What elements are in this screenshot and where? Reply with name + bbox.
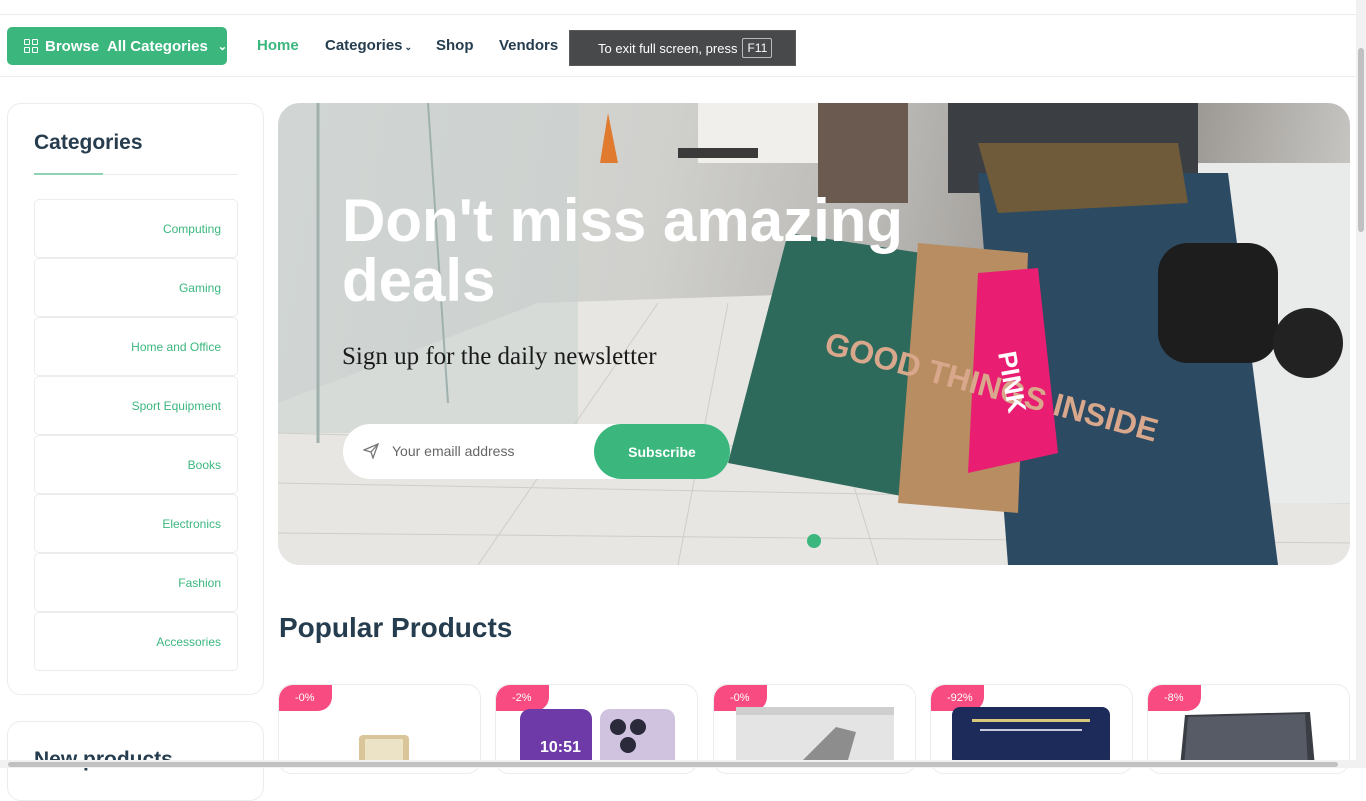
categories-title: Categories xyxy=(34,131,143,154)
subscribe-button[interactable]: Subscribe xyxy=(594,424,730,479)
email-input[interactable] xyxy=(392,438,592,464)
carousel-dot[interactable] xyxy=(807,534,821,548)
nav-home[interactable]: Home xyxy=(257,37,299,54)
product-image-phone: 10:51 xyxy=(520,709,675,767)
nav-vendors[interactable]: Vendors xyxy=(499,37,558,54)
category-fashion[interactable]: Fashion xyxy=(34,553,238,612)
browse-categories-button[interactable]: Browse All Categories ⌄ xyxy=(7,27,227,65)
category-list: Computing Gaming Home and Office Sport E… xyxy=(34,199,238,671)
chevron-down-icon: ⌄ xyxy=(404,42,413,52)
nav-categories-label: Categories xyxy=(325,37,403,54)
product-image-tv xyxy=(1180,712,1315,767)
category-electronics[interactable]: Electronics xyxy=(34,494,238,553)
newsletter-form: Subscribe xyxy=(343,424,730,479)
popular-products-title: Popular Products xyxy=(279,612,513,643)
title-accent xyxy=(34,173,103,175)
product-image-console xyxy=(736,707,894,767)
category-sport-equipment[interactable]: Sport Equipment xyxy=(34,376,238,435)
main-navigation: Browse All Categories ⌄ Home Categories ⌄… xyxy=(0,15,1356,77)
grid-icon xyxy=(24,39,38,53)
category-computing[interactable]: Computing xyxy=(34,199,238,258)
fullscreen-tip-text: To exit full screen, press xyxy=(598,40,738,56)
nav-categories[interactable]: Categories ⌄ xyxy=(325,37,412,54)
horizontal-scrollbar[interactable] xyxy=(0,760,1356,768)
fullscreen-key: F11 xyxy=(742,38,773,58)
vertical-scrollbar[interactable] xyxy=(1356,0,1366,768)
product-image-book xyxy=(952,707,1110,767)
hero-background-image: GOOD THINGS INSIDE PINK xyxy=(278,103,1350,565)
scrollbar-thumb[interactable] xyxy=(1358,48,1364,232)
category-books[interactable]: Books xyxy=(34,435,238,494)
phone-time: 10:51 xyxy=(540,739,581,756)
fullscreen-tooltip: To exit full screen, press F11 xyxy=(569,30,796,66)
hero-subtitle: Sign up for the daily newsletter xyxy=(342,343,657,370)
chevron-down-icon: ⌄ xyxy=(217,40,228,53)
hero-banner: GOOD THINGS INSIDE PINK Don't miss amazi… xyxy=(278,103,1350,565)
hero-headline: Don't miss amazing deals xyxy=(342,187,904,314)
hscrollbar-thumb[interactable] xyxy=(8,762,1338,767)
discount-badge: -0% xyxy=(279,685,332,711)
category-accessories[interactable]: Accessories xyxy=(34,612,238,671)
product-image-watch xyxy=(359,735,409,767)
category-home-office[interactable]: Home and Office xyxy=(34,317,238,376)
nav-shop[interactable]: Shop xyxy=(436,37,474,54)
send-icon xyxy=(363,443,379,459)
browse-label: Browse All Categories xyxy=(45,37,208,55)
categories-widget: Categories Computing Gaming Home and Off… xyxy=(7,103,264,695)
category-gaming[interactable]: Gaming xyxy=(34,258,238,317)
